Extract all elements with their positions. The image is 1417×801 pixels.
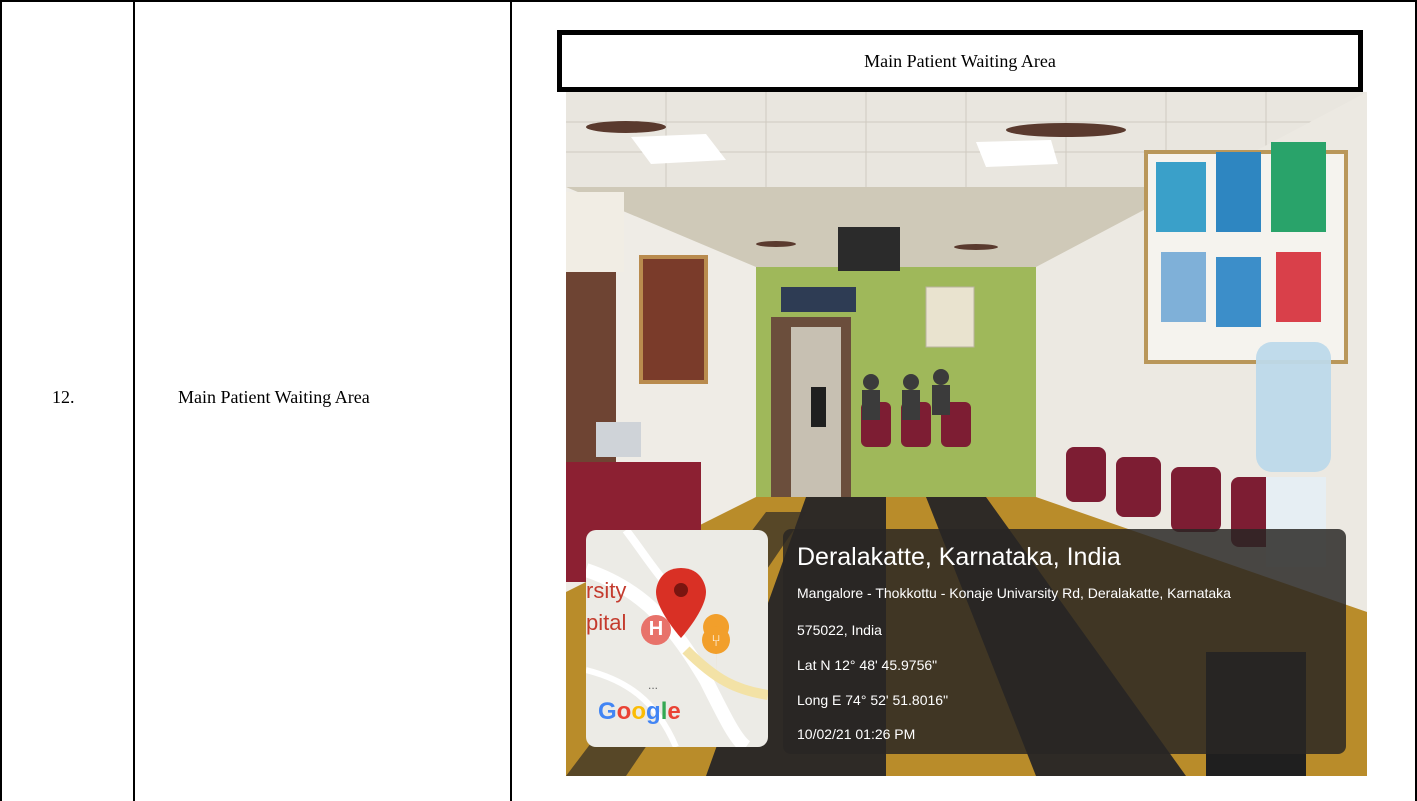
location-map-thumbnail: rsity pital ⑂ H ... Google — [586, 530, 768, 747]
photo-caption-text: Main Patient Waiting Area — [864, 50, 1056, 71]
document-table: 12. Main Patient Waiting Area Main Patie… — [0, 0, 1417, 801]
column-divider-1 — [133, 0, 135, 801]
svg-text:⑂: ⑂ — [711, 633, 721, 650]
gps-latitude: Lat N 12° 48' 45.9756" — [797, 657, 938, 673]
table-top-border — [0, 0, 1417, 2]
gps-place: Deralakatte, Karnataka, India — [797, 543, 1121, 571]
gps-longitude: Long E 74° 52' 51.8016" — [797, 692, 949, 708]
gps-address-line1: Mangalore - Thokkottu - Konaje Univarsit… — [797, 585, 1231, 601]
row-description: Main Patient Waiting Area — [178, 387, 370, 407]
gps-datetime: 10/02/21 01:26 PM — [797, 726, 916, 742]
waiting-area-photo: rsity pital ⑂ H ... Google Deralakatte, … — [566, 92, 1367, 776]
table-left-border — [0, 0, 2, 801]
gps-info-card: Deralakatte, Karnataka, India Mangalore … — [783, 529, 1346, 754]
map-ellipsis: ... — [648, 678, 659, 692]
hospital-marker-letter: H — [648, 618, 664, 640]
serial-number: 12. — [52, 387, 75, 407]
gps-address-line2: 575022, India — [797, 622, 882, 638]
google-logo: Google — [598, 698, 681, 725]
column-divider-2 — [510, 0, 512, 801]
photo-caption: Main Patient Waiting Area — [557, 30, 1363, 92]
